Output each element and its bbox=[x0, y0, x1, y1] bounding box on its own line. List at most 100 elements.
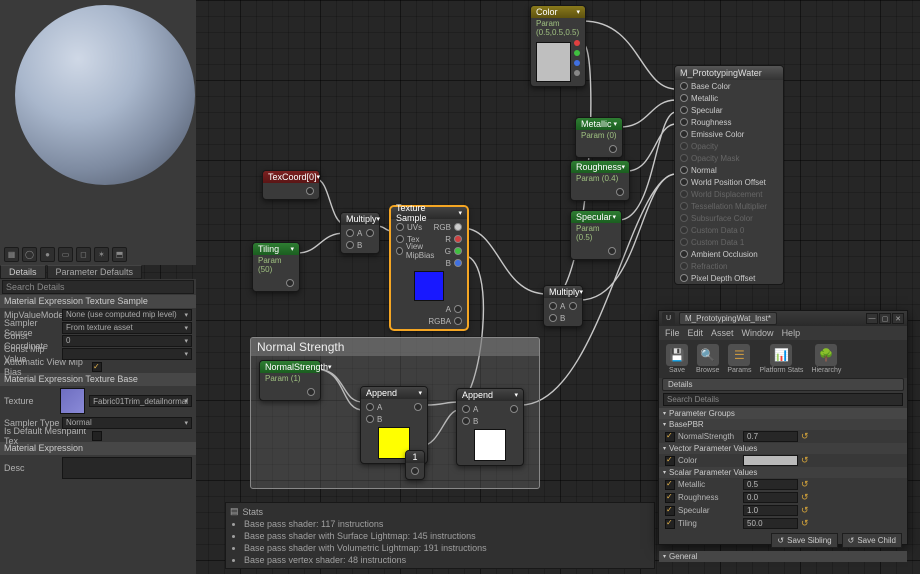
value-input[interactable]: 0.0 bbox=[743, 492, 798, 503]
node-constant-1[interactable]: 1 bbox=[405, 450, 425, 480]
pin-in[interactable] bbox=[462, 417, 470, 425]
result-pin[interactable]: Specular bbox=[675, 104, 783, 116]
pin-in[interactable] bbox=[549, 302, 557, 310]
toolbar-hierarchy[interactable]: 🌳Hierarchy bbox=[808, 342, 844, 376]
pin-out[interactable] bbox=[306, 187, 314, 195]
reset-icon[interactable]: ↺ bbox=[801, 479, 809, 490]
save-child-button[interactable]: ↺Save Child bbox=[842, 533, 902, 548]
sampler-type-dropdown[interactable]: Normal bbox=[62, 417, 192, 429]
node-specular[interactable]: Specular▾ Param (0.5) bbox=[570, 210, 622, 260]
pin-out[interactable] bbox=[454, 305, 462, 313]
reset-icon[interactable]: ↺ bbox=[801, 492, 809, 503]
toolbar-platform-stats[interactable]: 📊Platform Stats bbox=[756, 342, 806, 376]
reset-icon[interactable]: ↺ bbox=[801, 431, 809, 442]
pin-in[interactable] bbox=[396, 247, 403, 255]
pin-out[interactable] bbox=[286, 279, 294, 287]
result-pin[interactable]: Pixel Depth Offset bbox=[675, 272, 783, 284]
pin-r[interactable] bbox=[574, 40, 580, 46]
menu-file[interactable]: File bbox=[665, 328, 680, 338]
value-input[interactable]: 50.0 bbox=[743, 518, 798, 529]
pin-in[interactable] bbox=[366, 415, 374, 423]
result-pin[interactable]: Emissive Color bbox=[675, 128, 783, 140]
auto-view-mip-checkbox[interactable] bbox=[92, 362, 102, 372]
node-metallic[interactable]: Metallic▾ Param (0) bbox=[575, 117, 623, 158]
pin-out[interactable] bbox=[454, 317, 462, 325]
cylinder-icon[interactable]: ◯ bbox=[22, 247, 37, 262]
override-checkbox[interactable] bbox=[665, 432, 675, 442]
plane-icon[interactable]: ▭ bbox=[58, 247, 73, 262]
cat-general[interactable]: General bbox=[659, 551, 907, 562]
value-input[interactable]: 0.5 bbox=[743, 479, 798, 490]
tab-details[interactable]: Details bbox=[0, 265, 46, 279]
pin-b[interactable] bbox=[574, 60, 580, 66]
node-append-2[interactable]: Append▾ A B bbox=[456, 388, 524, 466]
node-multiply-2[interactable]: Multiply▾ A B bbox=[543, 285, 583, 327]
pin-in[interactable] bbox=[366, 403, 374, 411]
cat-basepbr[interactable]: BasePBR bbox=[659, 419, 907, 430]
material-preview-viewport[interactable]: ▦ ◯ ● ▭ ◻ ✶ ⬒ bbox=[0, 0, 196, 265]
menu-help[interactable]: Help bbox=[782, 328, 801, 338]
pin-out[interactable] bbox=[454, 223, 462, 231]
const-coord-input[interactable]: 0 bbox=[62, 335, 192, 347]
pin-out[interactable] bbox=[454, 235, 462, 243]
reset-icon[interactable]: ↺ bbox=[801, 518, 809, 529]
sampler-source-dropdown[interactable]: From texture asset bbox=[62, 322, 192, 334]
reset-icon[interactable]: ↺ bbox=[801, 505, 809, 516]
meshpaint-checkbox[interactable] bbox=[92, 431, 102, 441]
pin-in[interactable] bbox=[346, 241, 354, 249]
search-input[interactable]: Search Details bbox=[2, 280, 194, 294]
result-pin[interactable]: Base Color bbox=[675, 80, 783, 92]
window-titlebar[interactable]: U M_PrototypingWat_Inst* — ▢ ✕ bbox=[659, 311, 907, 326]
result-pin[interactable]: Roughness bbox=[675, 116, 783, 128]
save-sibling-button[interactable]: ↺Save Sibling bbox=[771, 533, 837, 548]
section-texture-base[interactable]: Material Expression Texture Base bbox=[0, 373, 196, 386]
menu-asset[interactable]: Asset bbox=[711, 328, 734, 338]
texture-asset-dropdown[interactable]: Fabric01Trim_detailnormal bbox=[89, 395, 192, 407]
pin-out[interactable] bbox=[510, 405, 518, 413]
minimize-button[interactable]: — bbox=[866, 313, 878, 324]
pin-out[interactable] bbox=[411, 467, 419, 475]
section-texture-sample[interactable]: Material Expression Texture Sample bbox=[0, 295, 196, 308]
override-checkbox[interactable] bbox=[665, 480, 675, 490]
pin-out[interactable] bbox=[414, 403, 422, 411]
node-multiply-1[interactable]: Multiply▾ A B bbox=[340, 212, 380, 254]
menu-window[interactable]: Window bbox=[742, 328, 774, 338]
pin-in[interactable] bbox=[549, 314, 557, 322]
maximize-button[interactable]: ▢ bbox=[879, 313, 891, 324]
pin-out[interactable] bbox=[307, 388, 315, 396]
node-roughness[interactable]: Roughness▾ Param (0.4) bbox=[570, 160, 630, 201]
pin-out[interactable] bbox=[569, 302, 577, 310]
desc-input[interactable] bbox=[62, 457, 192, 479]
const-mip-input[interactable] bbox=[62, 348, 192, 360]
toolbar-save[interactable]: 💾Save bbox=[663, 342, 691, 376]
override-checkbox[interactable] bbox=[665, 456, 675, 466]
instance-search-input[interactable]: Search Details bbox=[663, 393, 903, 406]
node-texture-sample[interactable]: Texture Sample▾ UVsRGB TexR View MipBias… bbox=[390, 206, 468, 330]
result-pin[interactable]: World Position Offset bbox=[675, 176, 783, 188]
result-pin[interactable]: Normal bbox=[675, 164, 783, 176]
material-instance-window[interactable]: U M_PrototypingWat_Inst* — ▢ ✕ File Edit… bbox=[658, 310, 908, 545]
pin-out[interactable] bbox=[454, 247, 462, 255]
result-pin[interactable]: Ambient Occlusion bbox=[675, 248, 783, 260]
tab-param-defaults[interactable]: Parameter Defaults bbox=[47, 265, 143, 279]
cat-vector-params[interactable]: Vector Parameter Values bbox=[659, 443, 907, 454]
reset-icon[interactable]: ↺ bbox=[801, 455, 809, 466]
instance-tab[interactable]: M_PrototypingWat_Inst* bbox=[679, 312, 777, 325]
cat-parameter-groups[interactable]: Parameter Groups bbox=[659, 408, 907, 419]
toolbar-browse[interactable]: 🔍Browse bbox=[693, 342, 722, 376]
node-normal-strength[interactable]: NormalStrength▾ Param (1) bbox=[259, 360, 321, 401]
pin-a[interactable] bbox=[574, 70, 580, 76]
pin-out[interactable] bbox=[608, 247, 616, 255]
toolbar-params[interactable]: ☰Params bbox=[724, 342, 754, 376]
pin-in[interactable] bbox=[396, 223, 404, 231]
custom-mesh-icon[interactable]: ⬒ bbox=[112, 247, 127, 262]
result-pin[interactable]: Metallic bbox=[675, 92, 783, 104]
mip-value-mode-dropdown[interactable]: None (use computed mip level) bbox=[62, 309, 192, 321]
override-checkbox[interactable] bbox=[665, 506, 675, 516]
menu-edit[interactable]: Edit bbox=[688, 328, 704, 338]
pin-g[interactable] bbox=[574, 50, 580, 56]
instance-details-tab[interactable]: Details bbox=[662, 378, 904, 391]
teapot-icon[interactable]: ✶ bbox=[94, 247, 109, 262]
material-result-node[interactable]: M_PrototypingWater Base ColorMetallicSpe… bbox=[674, 65, 784, 285]
pin-out[interactable] bbox=[454, 259, 462, 267]
